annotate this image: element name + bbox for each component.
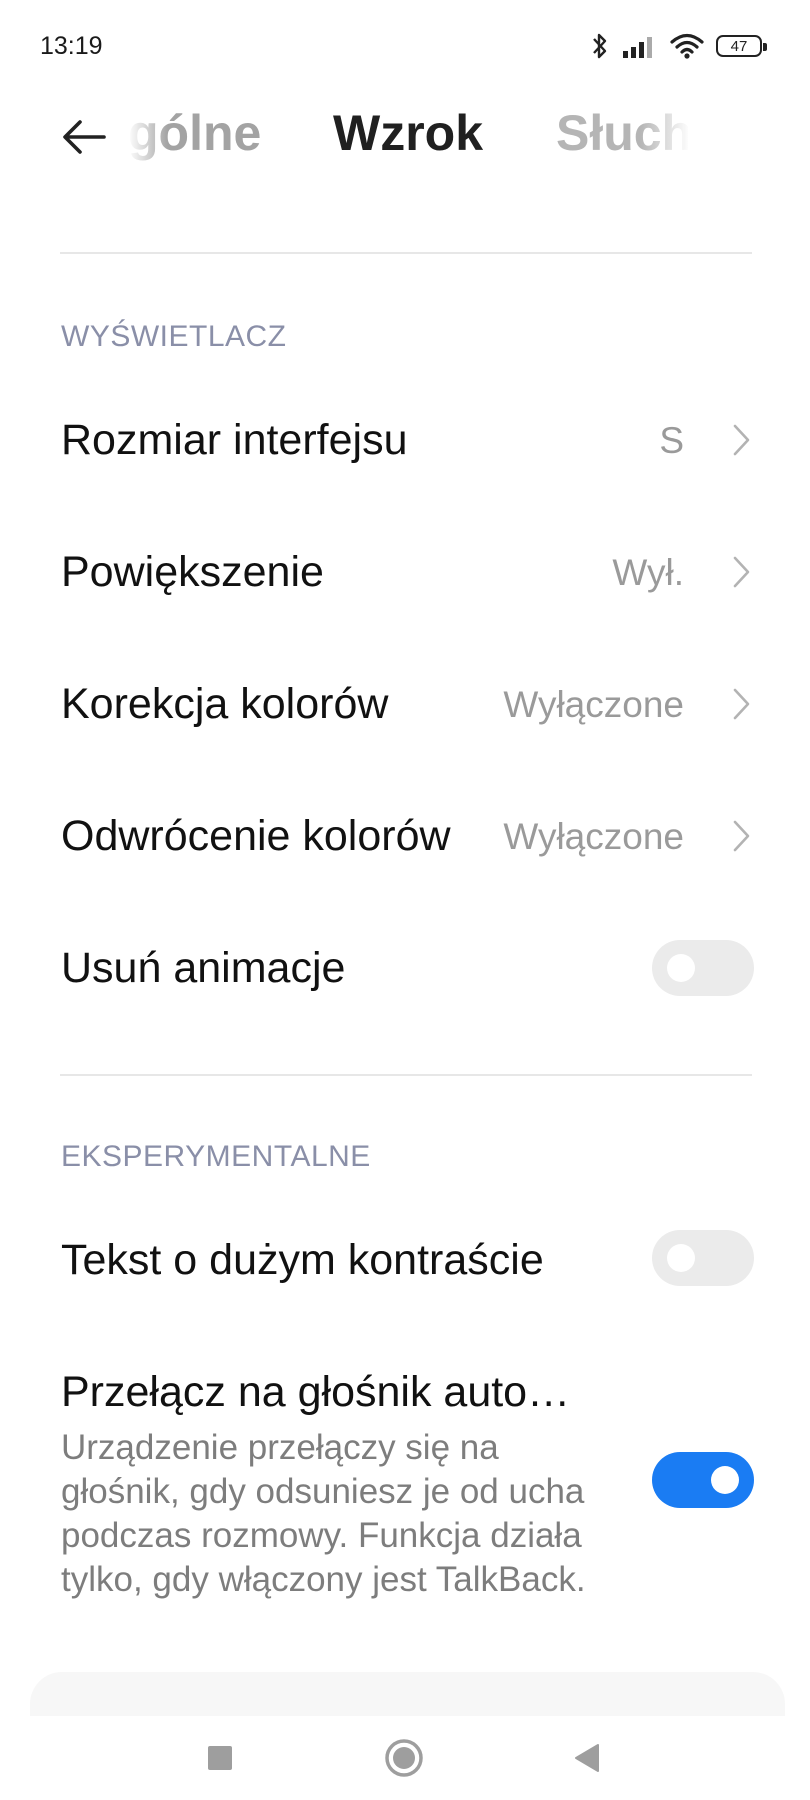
tab-bar: gólne Wzrok Słuch bbox=[128, 92, 688, 202]
toggle-remove-animations[interactable] bbox=[652, 940, 754, 996]
back-button[interactable] bbox=[60, 112, 120, 172]
status-time: 13:19 bbox=[40, 32, 103, 60]
row-description-line: Urządzenie przełączy się na bbox=[61, 1428, 499, 1467]
row-value: Wyłączone bbox=[503, 684, 684, 725]
home-button[interactable] bbox=[382, 1736, 426, 1780]
battery-icon: 47 bbox=[716, 35, 767, 57]
toggle-knob bbox=[667, 1244, 695, 1272]
wifi-icon bbox=[670, 33, 704, 59]
row-label: Rozmiar interfejsu bbox=[61, 416, 408, 464]
header-divider bbox=[60, 252, 752, 254]
tab-vision[interactable]: Wzrok bbox=[333, 104, 483, 162]
tab-fade-right bbox=[640, 92, 690, 202]
row-description-line: głośnik, gdy odsuniesz je od ucha bbox=[61, 1472, 585, 1511]
row-value: S bbox=[659, 420, 684, 461]
battery-level: 47 bbox=[730, 37, 748, 55]
signal-icon bbox=[623, 37, 652, 58]
square-icon bbox=[208, 1746, 232, 1770]
section-title-experimental: EKSPERYMENTALNE bbox=[61, 1140, 371, 1173]
status-icons: 47 bbox=[590, 26, 767, 66]
row-auto-speaker[interactable]: Przełącz na głośnik auto… Urządzenie prz… bbox=[0, 1360, 810, 1610]
toggle-knob bbox=[711, 1466, 739, 1494]
chevron-right-icon bbox=[733, 424, 750, 456]
toggle-high-contrast-text[interactable] bbox=[652, 1230, 754, 1286]
chevron-right-icon bbox=[733, 820, 750, 852]
row-label: Przełącz na głośnik auto… bbox=[61, 1368, 571, 1416]
row-label: Tekst o dużym kontraście bbox=[61, 1236, 544, 1284]
row-description-line: podczas rozmowy. Funkcja działa bbox=[61, 1516, 582, 1555]
section-title-display: WYŚWIETLACZ bbox=[61, 320, 287, 353]
toggle-knob bbox=[667, 954, 695, 982]
row-label: Usuń animacje bbox=[61, 944, 346, 992]
chevron-right-icon bbox=[733, 556, 750, 588]
triangle-back-icon bbox=[575, 1744, 599, 1772]
row-interface-size[interactable]: Rozmiar interfejsu S bbox=[0, 380, 810, 500]
back-arrow-icon bbox=[63, 120, 106, 154]
recents-button[interactable] bbox=[198, 1736, 242, 1780]
row-remove-animations[interactable]: Usuń animacje bbox=[0, 908, 810, 1028]
row-label: Odwrócenie kolorów bbox=[61, 812, 451, 860]
row-color-correction[interactable]: Korekcja kolorów Wyłączone bbox=[0, 644, 810, 764]
section-divider bbox=[60, 1074, 752, 1076]
status-bar: 13:19 47 bbox=[0, 0, 810, 92]
back-nav-button[interactable] bbox=[566, 1736, 610, 1780]
row-description: Urządzenie przełączy się na głośnik, gdy… bbox=[61, 1426, 641, 1602]
tab-fade-left bbox=[128, 92, 168, 202]
bluetooth-icon bbox=[593, 33, 607, 59]
toggle-auto-speaker[interactable] bbox=[652, 1452, 754, 1508]
row-value: Wył. bbox=[612, 552, 684, 593]
row-label: Powiększenie bbox=[61, 548, 324, 596]
row-value: Wyłączone bbox=[503, 816, 684, 857]
navigation-bar bbox=[0, 1716, 810, 1800]
chevron-right-icon bbox=[733, 688, 750, 720]
row-high-contrast-text[interactable]: Tekst o dużym kontraście bbox=[0, 1200, 810, 1320]
home-circle-icon bbox=[385, 1739, 423, 1777]
row-color-inversion[interactable]: Odwrócenie kolorów Wyłączone bbox=[0, 776, 810, 896]
row-magnification[interactable]: Powiększenie Wył. bbox=[0, 512, 810, 632]
row-label: Korekcja kolorów bbox=[61, 680, 389, 728]
row-description-line: tylko, gdy włączony jest TalkBack. bbox=[61, 1560, 586, 1599]
